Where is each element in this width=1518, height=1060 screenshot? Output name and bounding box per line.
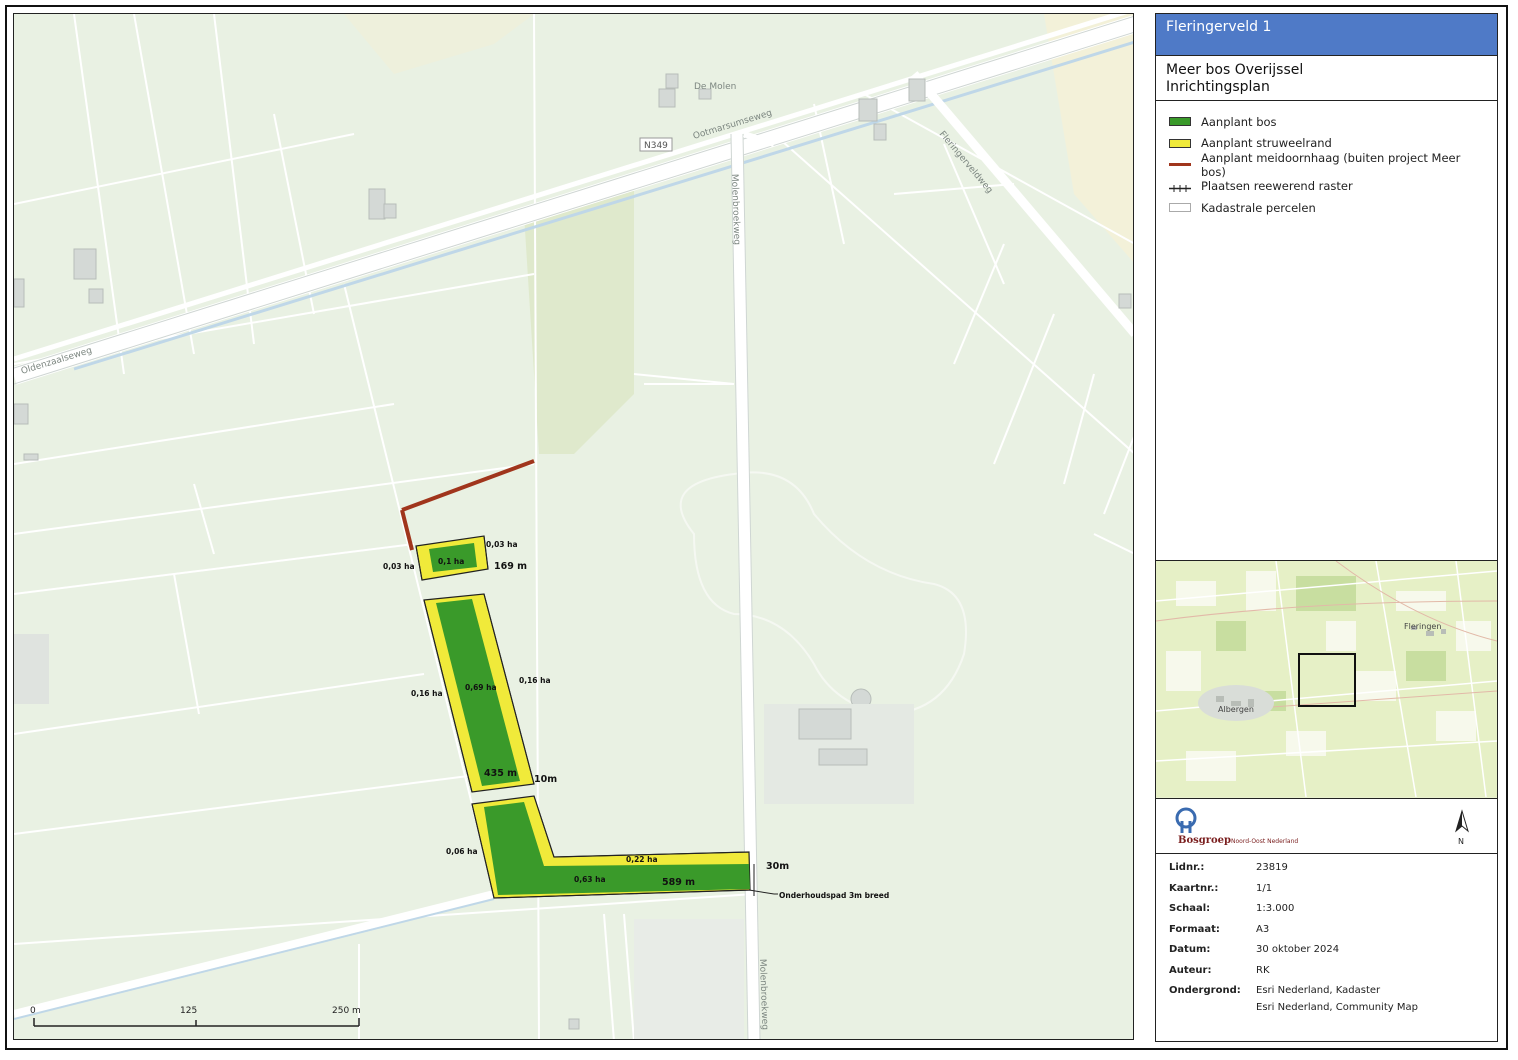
label-len3: 589 m	[662, 877, 695, 888]
legend-label: Plaatsen reewerend raster	[1201, 179, 1353, 194]
meta-row: Lidnr.: 23819	[1169, 862, 1484, 883]
meta-value: 1:3.000	[1256, 903, 1295, 914]
legend-label: Aanplant struweelrand	[1201, 136, 1332, 151]
label-path: Onderhoudspad 3m breed	[779, 891, 889, 900]
label-a3-left: 0,06 ha	[446, 847, 478, 856]
meta-key: Ondergrond:	[1169, 985, 1241, 996]
legend-item-aanplant-bos: Aanplant bos	[1169, 111, 1484, 133]
label-len1: 169 m	[494, 561, 527, 572]
meta-row: Formaat: A3	[1169, 924, 1484, 945]
label-a2-left: 0,16 ha	[411, 689, 443, 698]
label-width-30m: 30m	[766, 861, 789, 872]
main-map[interactable]: De Molen Oldenzaalseweg Ootmarsumseweg M…	[13, 13, 1134, 1040]
label-a2-right: 0,16 ha	[519, 676, 551, 685]
meta-key: Auteur:	[1169, 964, 1212, 976]
label-width-10m: 10m	[534, 774, 557, 785]
legend-label: Aanplant meidoornhaag (buiten project Me…	[1201, 150, 1461, 179]
label-a2: 0,69 ha	[465, 683, 497, 692]
north-label: N	[1458, 837, 1464, 846]
legend-swatch-yellow	[1169, 138, 1191, 148]
logo-tagline: Noord-Oost Nederland	[1231, 838, 1299, 845]
overview-canvas: Fleringen Albergen	[1156, 561, 1497, 798]
meta-value: 30 oktober 2024	[1256, 944, 1340, 955]
meta-value: A3	[1256, 923, 1270, 935]
map-canvas: De Molen Oldenzaalseweg Ootmarsumseweg M…	[14, 14, 1133, 1039]
meta-key: Kaartnr.:	[1169, 882, 1219, 894]
label-a3: 0,63 ha	[574, 875, 606, 884]
label-len2: 435 m	[484, 768, 517, 779]
legend-label: Aanplant bos	[1201, 114, 1277, 129]
scale-label-125: 125	[180, 1006, 197, 1016]
scale-label-250: 250 m	[332, 1006, 361, 1016]
subtitle-line-1: Meer bos Overijssel	[1166, 62, 1304, 78]
meta-key: Schaal:	[1169, 903, 1211, 914]
map-metadata: Lidnr.: 23819 Kaartnr.: 1/1 Schaal: 1:3.000…	[1156, 854, 1497, 1042]
legend-swatch-green	[1169, 117, 1191, 127]
meta-row: Datum: 30 oktober 2024	[1169, 944, 1484, 965]
logo-row: Bosgroep Noord-Oost Nederland N	[1156, 799, 1497, 854]
label-a3-strip: 0,22 ha	[626, 855, 658, 864]
label-a1: 0,1 ha	[438, 557, 464, 566]
meta-key: Datum:	[1169, 944, 1211, 955]
meta-value: RK	[1256, 964, 1270, 976]
legend-panel: Fleringerveld 1 Meer bos Overijssel Inri…	[1155, 13, 1498, 1042]
meta-value: 23819	[1256, 862, 1288, 873]
map-subtitle: Meer bos Overijssel Inrichtingsplan	[1156, 56, 1497, 101]
subtitle-line-2: Inrichtingsplan	[1166, 79, 1270, 95]
legend-swatch-outline	[1169, 203, 1191, 213]
logo-name: Bosgroep	[1178, 835, 1232, 846]
meta-value: 1/1	[1256, 882, 1273, 894]
overview-label-fleringen: Fleringen	[1404, 622, 1441, 631]
legend-item-kadastrale: Kadastrale percelen	[1169, 197, 1484, 219]
scale-label-0: 0	[30, 1006, 36, 1016]
meta-row: Schaal: 1:3.000	[1169, 903, 1484, 924]
label-de-molen: De Molen	[694, 82, 736, 92]
label-a1-right: 0,03 ha	[486, 540, 518, 549]
overview-label-albergen: Albergen	[1218, 705, 1254, 714]
meta-row: Auteur: RK	[1169, 965, 1484, 986]
legend-label: Kadastrale percelen	[1201, 200, 1316, 215]
legend: Aanplant bos Aanplant struweelrand Aanpl…	[1156, 101, 1497, 561]
meta-key: Lidnr.:	[1169, 862, 1205, 873]
label-a1-left: 0,03 ha	[383, 562, 415, 571]
legend-swatch-brown-line	[1169, 163, 1191, 167]
bosgroep-logo-icon	[1175, 807, 1197, 833]
legend-item-meidoornhaag: Aanplant meidoornhaag (buiten project Me…	[1169, 150, 1484, 179]
label-n349: N349	[644, 141, 668, 151]
meta-key: Formaat:	[1169, 923, 1220, 935]
map-title: Fleringerveld 1	[1156, 14, 1497, 56]
fence-icon	[1169, 182, 1191, 192]
meta-row: Kaartnr.: 1/1	[1169, 883, 1484, 904]
overview-map[interactable]: Fleringen Albergen	[1156, 561, 1497, 799]
